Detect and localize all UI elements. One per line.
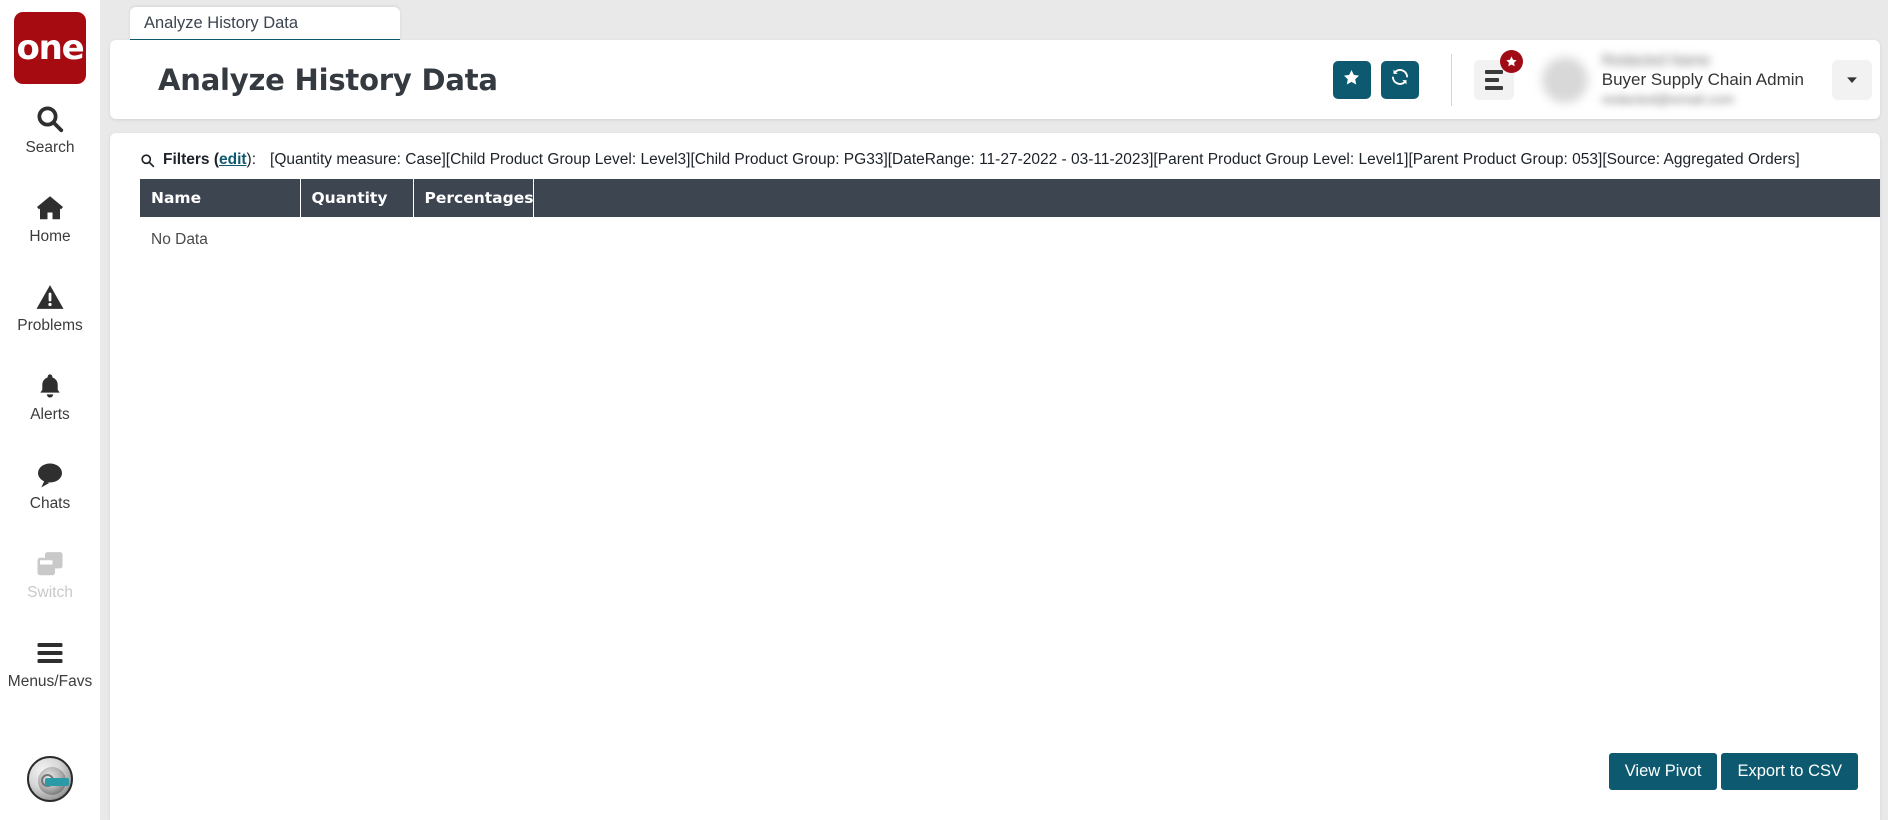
- avatar-visor: [45, 778, 69, 786]
- logo-text: one: [16, 28, 84, 68]
- user-info: Redacted Name Buyer Supply Chain Admin r…: [1602, 52, 1804, 108]
- search-icon: [140, 153, 155, 168]
- star-icon: [1342, 68, 1361, 92]
- hamburger-icon: [35, 636, 65, 670]
- one-network-logo[interactable]: one: [14, 12, 86, 84]
- user-menu[interactable]: Redacted Name Buyer Supply Chain Admin r…: [1541, 52, 1804, 108]
- menu-line-3: [1484, 85, 1503, 90]
- filters-label-suffix: ):: [246, 151, 257, 168]
- sidebar-item-label: Search: [25, 138, 75, 156]
- menu-line-2: [1484, 77, 1499, 82]
- view-pivot-button[interactable]: View Pivot: [1608, 753, 1718, 790]
- switch-icon: [35, 547, 65, 581]
- table-header-row: Name Quantity Percentages: [140, 179, 1880, 217]
- table-empty-row: No Data: [140, 217, 1880, 249]
- chat-icon: [35, 458, 65, 492]
- bell-icon: [36, 369, 64, 403]
- sidebar-item-alerts[interactable]: Alerts: [0, 351, 100, 440]
- history-data-table: Name Quantity Percentages No Data: [140, 179, 1880, 249]
- column-header-quantity[interactable]: Quantity: [300, 179, 414, 217]
- left-sidebar: one Search Home Problems Alerts Chats Sw…: [0, 0, 100, 820]
- search-icon: [35, 102, 65, 136]
- sidebar-item-label: Alerts: [30, 405, 70, 423]
- refresh-button[interactable]: [1380, 60, 1419, 99]
- tab-analyze-history-data[interactable]: Analyze History Data: [130, 7, 400, 42]
- sidebar-item-search[interactable]: Search: [0, 84, 100, 173]
- filters-edit-link[interactable]: edit: [219, 151, 247, 169]
- sidebar-item-home[interactable]: Home: [0, 173, 100, 262]
- favorite-button[interactable]: [1332, 60, 1371, 99]
- refresh-icon: [1390, 67, 1410, 92]
- table-body: No Data: [140, 217, 1880, 249]
- sidebar-item-problems[interactable]: Problems: [0, 262, 100, 351]
- empty-state-text: No Data: [151, 231, 208, 248]
- export-to-csv-button[interactable]: Export to CSV: [1721, 753, 1858, 790]
- content-card: Filters ( edit ): [Quantity measure: Cas…: [110, 133, 1880, 820]
- sidebar-item-label: Chats: [29, 494, 71, 512]
- menu-lines-icon: [1484, 69, 1503, 74]
- filters-value: [Quantity measure: Case][Child Product G…: [270, 151, 1800, 168]
- sidebar-item-label: Menus/Favs: [7, 672, 93, 690]
- filter-bar: Filters ( edit ): [Quantity measure: Cas…: [110, 133, 1880, 179]
- sidebar-item-label: Home: [29, 227, 71, 245]
- tab-strip: Analyze History Data: [100, 0, 1888, 42]
- sidebar-item-chats[interactable]: Chats: [0, 440, 100, 529]
- sidebar-item-label: Problems: [17, 316, 83, 334]
- home-icon: [34, 191, 66, 225]
- table-head: Name Quantity Percentages: [140, 179, 1880, 217]
- sidebar-item-switch: Switch: [0, 529, 100, 618]
- user-name: Redacted Name: [1601, 51, 1711, 69]
- assistant-avatar-icon[interactable]: [27, 756, 73, 802]
- footer-actions: View Pivot Export to CSV: [1608, 753, 1858, 790]
- filters-label: Filters (: [163, 151, 219, 168]
- avatar: [1541, 56, 1588, 103]
- sidebar-item-label: Switch: [27, 583, 73, 601]
- tab-label: Analyze History Data: [144, 13, 299, 32]
- chevron-down-icon[interactable]: [1832, 59, 1872, 100]
- menus-button[interactable]: [1473, 49, 1523, 100]
- user-role: Buyer Supply Chain Admin: [1601, 69, 1804, 89]
- user-email: redacted@email.com: [1601, 90, 1735, 107]
- header-divider: [1450, 53, 1452, 106]
- sidebar-item-menus-favs[interactable]: Menus/Favs: [0, 618, 100, 707]
- page-title: Analyze History Data: [158, 62, 498, 97]
- application-window: one Search Home Problems Alerts Chats Sw…: [0, 0, 1888, 820]
- header-actions: Redacted Name Buyer Supply Chain Admin r…: [1323, 40, 1880, 119]
- column-header-spacer: [533, 179, 1880, 217]
- main-area: Analyze History Data Analyze History Dat…: [100, 0, 1888, 820]
- page-header-card: Analyze History Data Redacted Name Buyer…: [110, 40, 1880, 119]
- warning-icon: [35, 280, 65, 314]
- column-header-percentages[interactable]: Percentages: [413, 179, 534, 217]
- menus-badge-star-icon: [1499, 49, 1523, 73]
- column-header-name[interactable]: Name: [140, 179, 301, 217]
